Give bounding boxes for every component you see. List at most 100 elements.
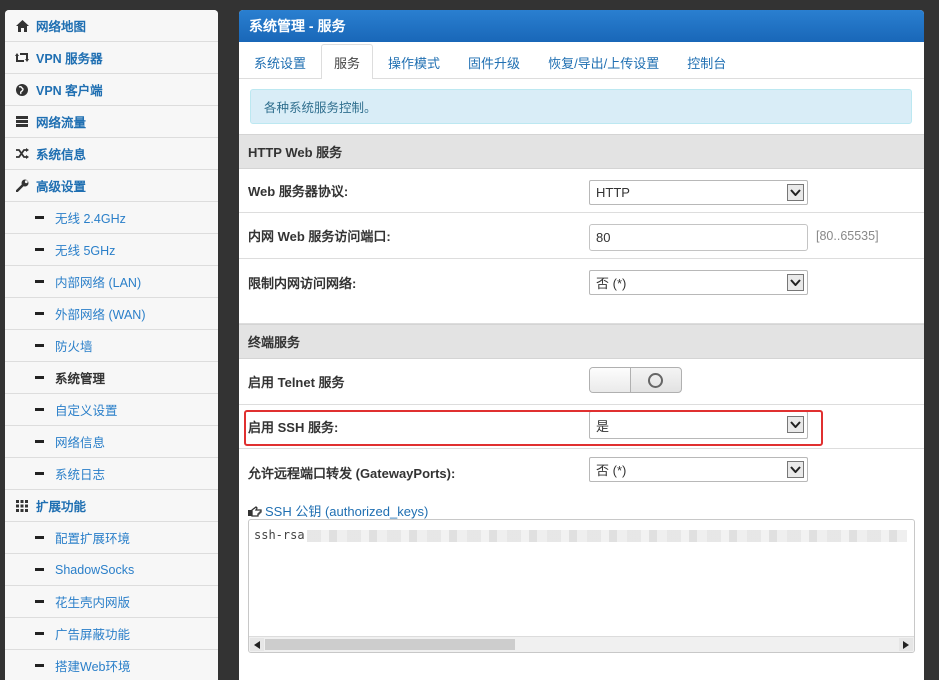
sidebar-item-label: 系统信息 (36, 148, 87, 162)
dash-icon (35, 408, 44, 411)
sidebar-item-label: 无线 2.4GHz (55, 212, 126, 226)
tab-bar: 系统设置 服务 操作模式 固件升级 恢复/导出/上传设置 控制台 (239, 42, 924, 79)
sidebar-item-label: 搭建Web环境 (55, 660, 131, 674)
page-title: 系统管理 - 服务 (239, 10, 924, 42)
sidebar-item-label: ShadowSocks (55, 562, 135, 577)
ssh-select[interactable]: 是 (589, 411, 808, 439)
sidebar-item-label: 系统日志 (55, 468, 106, 482)
restrict-lan-label: 限制内网访问网络: (248, 275, 357, 291)
row-restrict-lan: 限制内网访问网络: 否 (*) (239, 259, 924, 324)
retweet-icon (15, 51, 29, 65)
main-panel: 系统管理 - 服务 系统设置 服务 操作模式 固件升级 恢复/导出/上传设置 控… (239, 10, 924, 680)
dash-icon (35, 312, 44, 315)
chevron-down-icon (787, 184, 804, 201)
sidebar-item-wireless-24[interactable]: 无线 2.4GHz (5, 202, 218, 234)
sidebar-item-custom-settings[interactable]: 自定义设置 (5, 394, 218, 426)
sidebar-item-firewall[interactable]: 防火墙 (5, 330, 218, 362)
ssh-keys-link-label: SSH 公钥 (authorized_keys) (265, 501, 429, 521)
sidebar-item-extensions[interactable]: 扩展功能 (5, 490, 218, 522)
ssh-keys-value: ssh-rsa (254, 528, 305, 542)
grid-icon (15, 499, 29, 513)
row-ssh: 启用 SSH 服务: 是 (239, 405, 924, 449)
globe-icon (15, 83, 29, 97)
dash-icon (35, 568, 44, 571)
web-port-label: 内网 Web 服务访问端口: (248, 229, 391, 244)
scroll-right-icon[interactable] (899, 638, 913, 651)
sidebar-item-label: 防火墙 (55, 340, 93, 354)
tab-services[interactable]: 服务 (321, 44, 374, 79)
row-gateway-ports: 允许远程端口转发 (GatewayPorts): 否 (*) (239, 449, 924, 495)
sidebar-item-web-env[interactable]: 搭建Web环境 (5, 650, 218, 680)
dash-icon (35, 248, 44, 251)
info-box: 各种系统服务控制。 (250, 89, 912, 124)
sidebar-item-label: 网络信息 (55, 436, 106, 450)
horizontal-scrollbar[interactable] (249, 636, 914, 652)
sidebar-item-system-log[interactable]: 系统日志 (5, 458, 218, 490)
web-protocol-label: Web 服务器协议: (248, 184, 349, 199)
ssh-keys-textarea[interactable]: ssh-rsa (248, 519, 915, 653)
sidebar-item-administration[interactable]: 系统管理 (5, 362, 218, 394)
sidebar-item-lan[interactable]: 内部网络 (LAN) (5, 266, 218, 298)
row-web-protocol: Web 服务器协议: HTTP (239, 169, 924, 213)
section-http-heading: HTTP Web 服务 (239, 134, 924, 169)
gateway-ports-select[interactable]: 否 (*) (589, 457, 808, 482)
dash-icon (35, 536, 44, 539)
chevron-down-icon (787, 274, 804, 291)
gateway-ports-label: 允许远程端口转发 (GatewayPorts): (248, 465, 456, 481)
sidebar-item-system-info[interactable]: 系统信息 (5, 138, 218, 170)
dash-icon (35, 216, 44, 219)
redacted-key (307, 530, 907, 542)
sidebar-item-ext-env[interactable]: 配置扩展环境 (5, 522, 218, 554)
sidebar-item-label: 扩展功能 (36, 500, 87, 514)
sidebar: 网络地图 VPN 服务器 VPN 客户端 网络流量 系统信息 高级设置 无线 2… (5, 10, 218, 680)
scroll-thumb[interactable] (265, 639, 515, 650)
sidebar-item-label: 配置扩展环境 (55, 532, 131, 546)
telnet-label: 启用 Telnet 服务 (248, 375, 345, 390)
tab-operation-mode[interactable]: 操作模式 (375, 45, 453, 78)
restrict-lan-select[interactable]: 否 (*) (589, 270, 808, 295)
tab-restore-settings[interactable]: 恢复/导出/上传设置 (535, 45, 672, 78)
web-protocol-select[interactable]: HTTP (589, 180, 808, 205)
sidebar-item-label: 高级设置 (36, 180, 87, 194)
dash-icon (35, 632, 44, 635)
sidebar-item-advanced[interactable]: 高级设置 (5, 170, 218, 202)
telnet-toggle[interactable] (589, 367, 682, 393)
sidebar-item-adblock[interactable]: 广告屏蔽功能 (5, 618, 218, 650)
dash-icon (35, 600, 44, 603)
sidebar-item-network-info[interactable]: 网络信息 (5, 426, 218, 458)
sidebar-item-shadowsocks[interactable]: ShadowSocks (5, 554, 218, 586)
sidebar-item-network-map[interactable]: 网络地图 (5, 10, 218, 42)
sidebar-item-label: 花生壳内网版 (55, 596, 131, 610)
dash-icon (35, 280, 44, 283)
sidebar-item-label: 自定义设置 (55, 404, 118, 418)
toggle-off-icon (648, 373, 663, 388)
web-port-input[interactable]: 80 (589, 224, 808, 251)
random-icon (15, 147, 29, 161)
row-telnet: 启用 Telnet 服务 (239, 359, 924, 405)
sidebar-item-traffic[interactable]: 网络流量 (5, 106, 218, 138)
web-port-hint: [80..65535] (816, 229, 879, 243)
sidebar-item-vpn-server[interactable]: VPN 服务器 (5, 42, 218, 74)
restrict-lan-value: 否 (*) (596, 276, 627, 291)
home-icon (15, 19, 29, 33)
ssh-keys-link[interactable]: SSH 公钥 (authorized_keys) (248, 501, 429, 521)
sidebar-item-wireless-5[interactable]: 无线 5GHz (5, 234, 218, 266)
sidebar-item-label: 内部网络 (LAN) (55, 276, 142, 290)
sidebar-item-vpn-client[interactable]: VPN 客户端 (5, 74, 218, 106)
sidebar-item-label: 网络流量 (36, 116, 87, 130)
sidebar-item-label: 外部网络 (WAN) (55, 308, 146, 322)
scroll-left-icon[interactable] (250, 638, 264, 651)
tab-console[interactable]: 控制台 (674, 45, 739, 78)
sidebar-item-label: 无线 5GHz (55, 244, 116, 258)
hand-pointer-icon (248, 505, 262, 517)
sidebar-item-oray[interactable]: 花生壳内网版 (5, 586, 218, 618)
tab-firmware-upgrade[interactable]: 固件升级 (455, 45, 533, 78)
sidebar-item-label: 网络地图 (36, 20, 87, 34)
dash-icon (35, 440, 44, 443)
sidebar-item-label: VPN 客户端 (36, 84, 103, 98)
ssh-value: 是 (596, 418, 610, 434)
tab-system-settings[interactable]: 系统设置 (241, 45, 319, 78)
sidebar-item-wan[interactable]: 外部网络 (WAN) (5, 298, 218, 330)
chevron-down-icon (787, 416, 804, 433)
toggle-knob (590, 368, 631, 392)
